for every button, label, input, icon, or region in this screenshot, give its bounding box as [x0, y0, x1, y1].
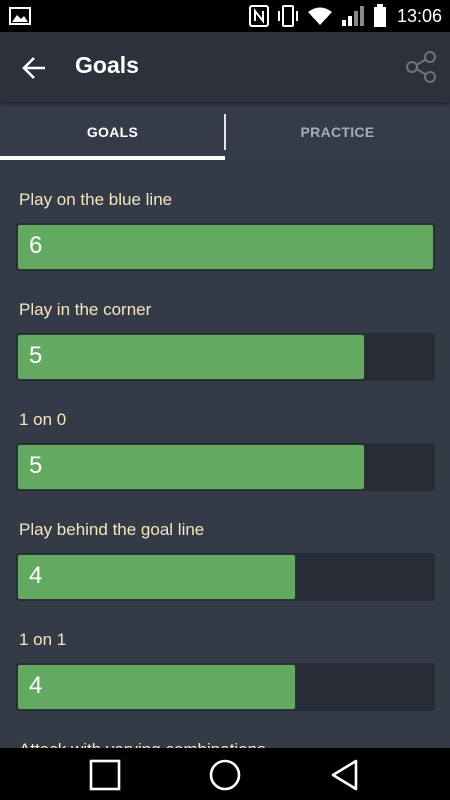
- goal-bar-fill: [17, 554, 296, 600]
- goal-value: 5: [29, 342, 43, 369]
- goal-bar-track[interactable]: 5: [16, 443, 435, 491]
- goal-item: Attack with varying combinations: [0, 712, 450, 748]
- goal-bar-fill: [17, 334, 365, 380]
- gallery-icon: [9, 7, 31, 25]
- goal-item: Play on the blue line 6: [0, 162, 450, 272]
- goal-label: 1 on 1: [19, 630, 67, 649]
- page-title: Goals: [75, 52, 139, 78]
- goal-bar-track[interactable]: 4: [16, 663, 435, 711]
- back-arrow-icon[interactable]: [20, 53, 50, 83]
- goal-bar-track[interactable]: 4: [16, 553, 435, 601]
- goal-value: 6: [29, 232, 43, 259]
- recents-square-icon[interactable]: [88, 758, 122, 792]
- share-icon[interactable]: [404, 50, 438, 84]
- app-screen: 13:06 Goals GOALS PRACTICE Play on the b…: [0, 0, 450, 800]
- system-nav-bar: [0, 748, 450, 800]
- goal-value: 4: [29, 672, 43, 699]
- goal-bar-track[interactable]: 6: [16, 223, 435, 271]
- status-time: 13:06: [396, 5, 442, 26]
- goal-value: 5: [29, 452, 43, 479]
- goal-value: 4: [29, 562, 43, 589]
- goal-label: Attack with varying combinations: [19, 740, 266, 748]
- goal-item: 1 on 0 5: [0, 382, 450, 492]
- back-triangle-icon[interactable]: [328, 758, 362, 792]
- app-bar: Goals: [0, 32, 450, 102]
- goal-bar-fill: [17, 224, 434, 270]
- wifi-icon: [307, 7, 332, 25]
- goal-item: Play behind the goal line 4: [0, 492, 450, 602]
- goal-item: Play in the corner 5: [0, 272, 450, 382]
- nfc-icon: [248, 5, 269, 27]
- home-circle-icon[interactable]: [208, 758, 242, 792]
- goal-item: 1 on 1 4: [0, 602, 450, 712]
- tab-bar: GOALS PRACTICE: [0, 102, 450, 162]
- goals-list: Play on the blue line 6 Play in the corn…: [0, 162, 450, 748]
- goal-bar-fill: [17, 664, 296, 710]
- status-bar: 13:06: [0, 0, 450, 32]
- vibrate-icon: [277, 5, 298, 27]
- goal-label: 1 on 0: [19, 410, 67, 429]
- goal-label: Play in the corner: [19, 300, 152, 319]
- goal-bar-track[interactable]: 5: [16, 333, 435, 381]
- goal-label: Play on the blue line: [19, 190, 173, 209]
- tab-selected-indicator: [0, 156, 225, 160]
- goal-bar-fill: [17, 444, 365, 490]
- signal-icon: [341, 6, 364, 26]
- status-icons: 13:06: [248, 0, 442, 32]
- goal-label: Play behind the goal line: [19, 520, 205, 539]
- battery-icon: [373, 4, 386, 27]
- tab-practice[interactable]: PRACTICE: [225, 102, 450, 162]
- tab-goals[interactable]: GOALS: [0, 102, 225, 162]
